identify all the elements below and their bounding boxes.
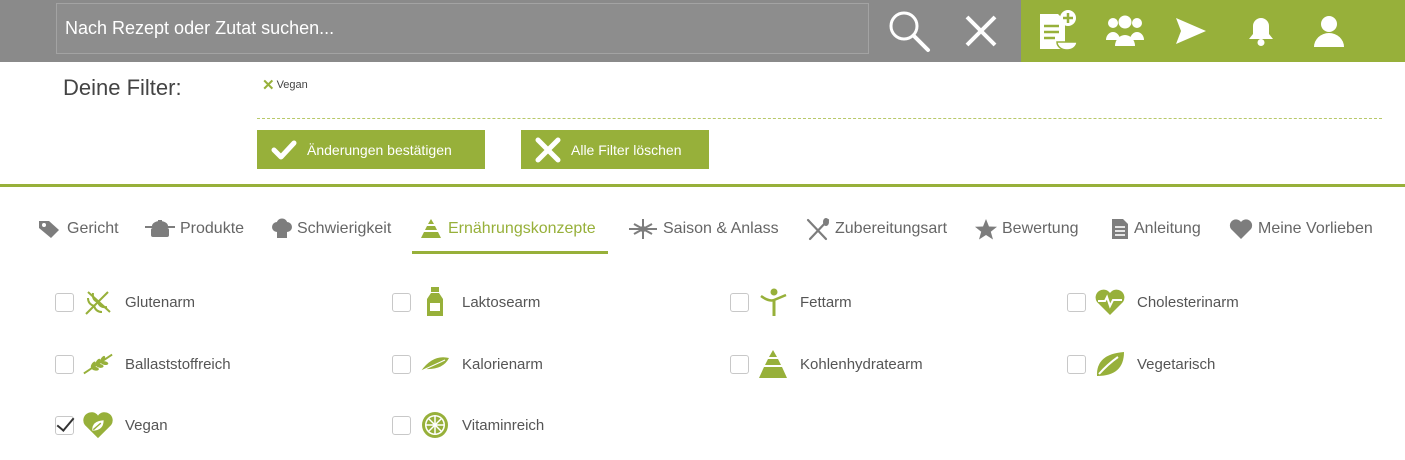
tab-label: Meine Vorlieben	[1258, 220, 1373, 237]
add-recipe-button[interactable]	[1029, 0, 1085, 62]
active-tab-indicator	[412, 251, 608, 254]
add-recipe-icon	[1040, 10, 1078, 51]
utensils-icon	[806, 218, 830, 241]
notifications-button[interactable]	[1233, 0, 1289, 62]
active-filter-chip[interactable]: ✕ Vegan	[262, 78, 308, 93]
close-icon	[535, 137, 561, 162]
option-label: Kalorienarm	[462, 355, 543, 373]
tag-icon	[39, 221, 59, 238]
food-pyramid-icon	[757, 349, 789, 379]
option-glutenarm[interactable]: Glutenarm	[55, 287, 195, 317]
checkbox[interactable]	[392, 415, 411, 435]
tab-label: Gericht	[67, 220, 119, 237]
tab-schwierigkeit[interactable]: Schwierigkeit	[271, 215, 391, 243]
wheat-crossed-icon	[82, 287, 114, 317]
option-kalorienarm[interactable]: Kalorienarm	[392, 349, 543, 379]
confirm-changes-label: Änderungen bestätigen	[307, 141, 452, 158]
option-vegetarisch[interactable]: Vegetarisch	[1067, 349, 1215, 379]
option-vegan[interactable]: Vegan	[55, 410, 168, 440]
tab-ernaehrungskonzepte[interactable]: Ernährungskonzepte	[418, 215, 596, 243]
active-filter-label: Vegan	[276, 79, 308, 91]
checkbox[interactable]	[55, 415, 74, 435]
tab-bewertung[interactable]: Bewertung	[974, 215, 1079, 243]
clear-all-filters-label: Alle Filter löschen	[571, 141, 682, 158]
bell-icon	[1249, 18, 1273, 46]
option-label: Laktosearm	[462, 293, 541, 311]
filter-label: Deine Filter:	[63, 75, 182, 100]
option-label: Vegan	[125, 416, 168, 434]
tab-label: Anleitung	[1134, 220, 1201, 237]
citrus-icon	[419, 410, 451, 440]
checkmark-icon	[271, 140, 297, 159]
divider	[257, 118, 1382, 119]
checkbox[interactable]	[1067, 354, 1086, 374]
tab-gericht[interactable]: Gericht	[37, 215, 119, 243]
option-ballaststoffreich[interactable]: Ballaststoffreich	[55, 349, 231, 379]
pot-icon	[145, 220, 175, 237]
confirm-changes-button[interactable]: Änderungen bestätigen	[257, 130, 485, 169]
tab-meine-vorlieben[interactable]: Meine Vorlieben	[1228, 215, 1373, 243]
heart-pulse-icon	[1094, 287, 1126, 317]
top-bar	[0, 0, 1405, 62]
document-icon	[1112, 219, 1128, 239]
snowflake-sun-icon	[629, 219, 657, 239]
option-label: Vitaminreich	[462, 416, 545, 434]
tab-label: Saison & Anlass	[663, 220, 779, 237]
section-separator	[0, 184, 1405, 187]
tab-saison-anlass[interactable]: Saison & Anlass	[627, 215, 779, 243]
checkbox[interactable]	[392, 292, 411, 312]
tab-produkte[interactable]: Produkte	[144, 215, 244, 243]
option-kohlenhydratearm[interactable]: Kohlenhydratearm	[730, 349, 923, 379]
food-pyramid-icon	[421, 219, 441, 238]
heart-leaf-icon	[82, 410, 114, 440]
tab-label: Bewertung	[1002, 220, 1079, 237]
heart-icon	[1229, 219, 1253, 239]
tab-label: Zubereitungsart	[835, 220, 948, 237]
grain-icon	[82, 349, 114, 379]
tab-label: Produkte	[180, 220, 245, 237]
option-label: Ballaststoffreich	[125, 355, 231, 373]
profile-button[interactable]	[1301, 0, 1357, 62]
option-cholesterinarm[interactable]: Cholesterinarm	[1067, 287, 1239, 317]
slim-figure-icon	[757, 287, 789, 317]
community-button[interactable]	[1097, 0, 1153, 62]
send-icon	[1176, 18, 1206, 44]
tab-label: Ernährungskonzepte	[448, 220, 596, 237]
search-icon	[889, 11, 930, 52]
clear-search-button[interactable]	[952, 0, 1010, 62]
option-fettarm[interactable]: Fettarm	[730, 287, 852, 317]
option-label: Fettarm	[800, 293, 852, 311]
checkbox[interactable]	[730, 354, 749, 374]
main-navigation	[1021, 0, 1405, 62]
checkbox[interactable]	[392, 354, 411, 374]
clear-all-filters-button[interactable]: Alle Filter löschen	[521, 130, 709, 169]
leaf-icon	[1094, 349, 1126, 379]
star-icon	[975, 219, 997, 240]
checkbox[interactable]	[55, 292, 74, 312]
milk-bottle-icon	[419, 287, 451, 317]
chef-hat-icon	[272, 218, 292, 238]
send-button[interactable]	[1163, 0, 1219, 62]
search-input[interactable]	[56, 3, 869, 54]
tab-label: Schwierigkeit	[297, 220, 392, 237]
option-vitaminreich[interactable]: Vitaminreich	[392, 410, 544, 440]
option-label: Glutenarm	[125, 293, 196, 311]
community-icon	[1106, 15, 1144, 46]
search-button[interactable]	[880, 0, 938, 62]
option-label: Vegetarisch	[1137, 355, 1216, 373]
option-label: Cholesterinarm	[1137, 293, 1239, 311]
close-icon	[965, 15, 997, 47]
remove-filter-icon[interactable]: ✕	[262, 78, 275, 93]
option-laktosearm[interactable]: Laktosearm	[392, 287, 540, 317]
user-icon	[1314, 16, 1344, 47]
option-label: Kohlenhydratearm	[800, 355, 923, 373]
feather-icon	[419, 349, 451, 379]
checkbox[interactable]	[730, 292, 749, 312]
tab-zubereitungsart[interactable]: Zubereitungsart	[805, 215, 947, 243]
checkbox[interactable]	[55, 354, 74, 374]
checkbox[interactable]	[1067, 292, 1086, 312]
tab-anleitung[interactable]: Anleitung	[1110, 215, 1201, 243]
